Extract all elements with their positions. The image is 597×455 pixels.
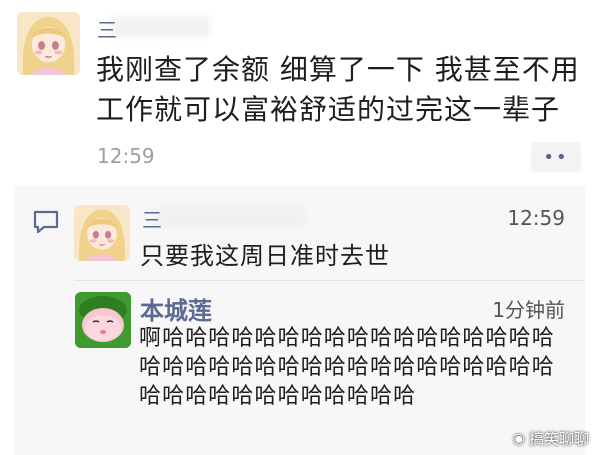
anime-girl-avatar-icon — [74, 205, 130, 261]
comment-author-avatar[interactable] — [74, 205, 130, 261]
comment-text[interactable]: 只要我这周日准时去世 — [140, 236, 390, 271]
comment-author-name[interactable]: 本城莲 — [140, 291, 212, 326]
post-text: 我刚查了余额 细算了一下 我甚至不用工作就可以富裕舒适的过完这一辈子 — [96, 53, 580, 126]
comment-author-avatar[interactable] — [75, 292, 131, 348]
blurred-name — [155, 206, 305, 228]
watermark-text: 搞笑聊聊 — [528, 430, 589, 448]
post-author-name[interactable]: 三 — [97, 14, 117, 43]
green-blob-avatar-icon — [75, 292, 131, 348]
wechat-icon: ◉ — [512, 430, 525, 447]
anime-girl-avatar-icon — [17, 12, 80, 75]
comment-author-name[interactable]: 三 — [142, 204, 162, 233]
more-options-button[interactable]: •• — [531, 142, 581, 172]
comment-bubble-icon — [32, 209, 60, 235]
blurred-name — [110, 16, 210, 38]
comment-divider — [74, 280, 584, 281]
more-dots-icon: •• — [543, 146, 569, 168]
watermark: ◉ 搞笑聊聊 — [513, 428, 589, 449]
post-author-avatar[interactable] — [17, 12, 80, 75]
post-timestamp: 12:59 — [97, 144, 155, 168]
comment-timestamp: 1分钟前 — [492, 298, 565, 322]
comment-timestamp: 12:59 — [507, 206, 565, 230]
comment-text[interactable]: 啊哈哈哈哈哈哈哈哈哈哈哈哈哈哈哈哈哈哈哈哈哈哈哈哈哈哈哈哈哈哈哈哈哈哈哈哈哈哈哈… — [139, 324, 573, 411]
